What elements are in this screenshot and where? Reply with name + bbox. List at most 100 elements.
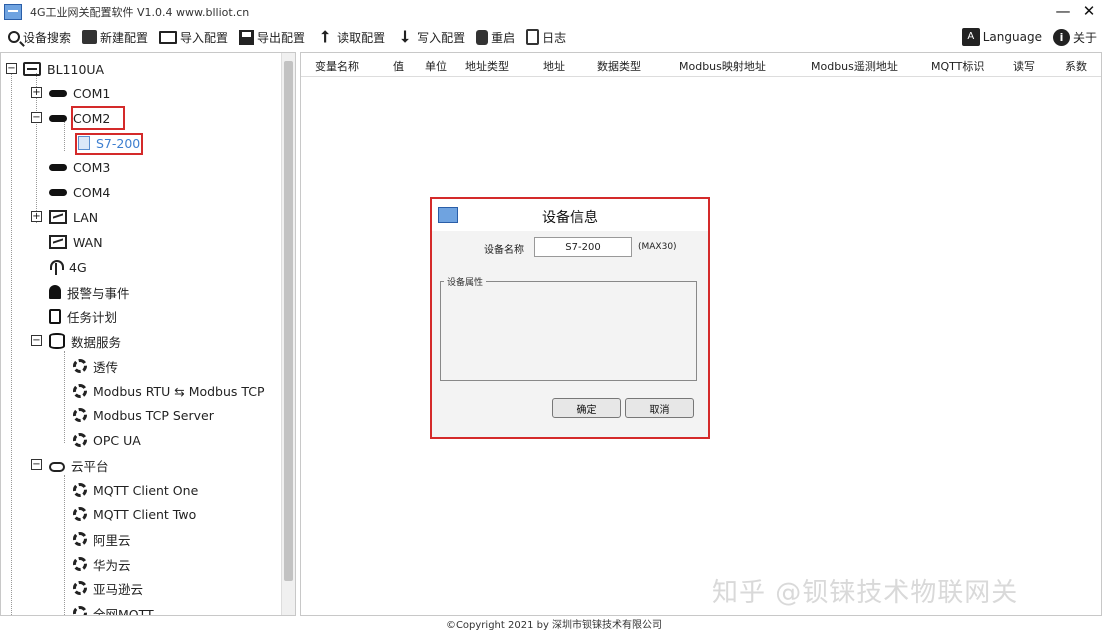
collapse-root-toggle[interactable]: − [6,63,17,74]
gear-icon [73,581,87,595]
tree-scrollbar[interactable] [281,53,295,615]
cancel-button[interactable]: 取消 [625,398,694,418]
about-button[interactable]: i 关于 [1052,26,1097,48]
export-config-button[interactable]: 导出配置 [239,26,305,48]
tree-node-4g[interactable]: 4G [49,256,87,278]
window-title: 4G工业网关配置软件 V1.0.4 www.blliot.cn [30,6,250,19]
tree-node-mqtt-one[interactable]: MQTT Client One [73,479,198,501]
tree-node-allmqtt[interactable]: 全网MQTT [73,602,154,615]
column-header-modbus-telemetry[interactable]: Modbus遥测地址 [811,58,898,74]
gear-icon [73,557,87,571]
tree-node-root[interactable]: BL110UA [23,58,104,80]
table-header: 变量名称 值 单位 地址类型 地址 数据类型 Modbus映射地址 Modbus… [301,53,1101,77]
clipboard-icon [49,308,61,324]
tree-scroll-thumb[interactable] [284,61,293,581]
log-icon [526,29,540,45]
column-header-modbus-map[interactable]: Modbus映射地址 [679,58,766,74]
column-header-address[interactable]: 地址 [543,58,565,74]
tree-guide [11,73,12,615]
serial-port-icon [49,163,67,171]
tree-node-com3[interactable]: COM3 [49,156,110,178]
ok-button[interactable]: 确定 [552,398,621,418]
column-header-address-type[interactable]: 地址类型 [465,58,509,74]
column-header-read-write[interactable]: 读写 [1013,58,1035,74]
collapse-com2-toggle[interactable]: − [31,112,42,123]
gear-icon [73,384,87,398]
column-header-variable-name[interactable]: 变量名称 [315,58,359,74]
minimize-button[interactable]: — [1050,0,1076,24]
column-header-coefficient[interactable]: 系数 [1065,58,1087,74]
collapse-cloud-toggle[interactable]: − [31,459,42,470]
column-header-value[interactable]: 值 [393,58,404,74]
dialog-title-bar: 设备信息 [432,199,708,231]
tree-guide [64,351,65,443]
close-button[interactable]: ✕ [1076,0,1102,24]
tree-node-cloud[interactable]: 云平台 [49,454,109,476]
gear-icon [73,507,87,521]
network-icon [49,235,67,249]
gear-icon [73,359,87,373]
info-icon: i [1052,28,1070,46]
column-header-mqtt-id[interactable]: MQTT标识 [931,58,984,74]
device-properties-group [440,281,697,381]
save-icon [239,29,255,45]
search-icon [8,31,20,43]
serial-port-icon [49,188,67,196]
new-config-button[interactable]: 新建配置 [82,26,148,48]
device-tree[interactable]: − BL110UA + COM1 − COM2 S7-200 COM3 COM4… [0,52,296,616]
column-header-data-type[interactable]: 数据类型 [597,58,641,74]
column-header-unit[interactable]: 单位 [425,58,447,74]
write-config-button[interactable]: 写入配置 [396,26,465,48]
expand-com1-toggle[interactable]: + [31,87,42,98]
expand-lan-toggle[interactable]: + [31,211,42,222]
toolbar: 设备搜索 新建配置 导入配置 导出配置 读取配置 写入配置 重启 日志 A La… [0,24,1108,50]
serial-port-icon [49,89,67,97]
tree-node-data-service[interactable]: 数据服务 [49,330,121,352]
tree-node-modbus-rtu[interactable]: Modbus RTU ⇆ Modbus TCP [73,380,265,402]
read-config-button[interactable]: 读取配置 [316,26,385,48]
tree-node-amazon[interactable]: 亚马逊云 [73,577,143,599]
database-icon [49,333,65,349]
tree-node-task[interactable]: 任务计划 [49,305,117,327]
import-config-button[interactable]: 导入配置 [159,26,228,48]
device-properties-label: 设备属性 [444,275,487,288]
tree-node-mqtt-two[interactable]: MQTT Client Two [73,503,196,525]
tree-node-huawei[interactable]: 华为云 [73,553,131,575]
language-button[interactable]: A Language [961,26,1042,48]
window-controls: — ✕ [1050,0,1102,24]
title-bar: 4G工业网关配置软件 V1.0.4 www.blliot.cn — ✕ [0,0,1108,24]
toolbar-right: A Language i 关于 [954,24,1100,50]
restart-icon [476,29,489,45]
gear-icon [73,483,87,497]
log-button[interactable]: 日志 [526,26,566,48]
tree-node-modbus-tcp[interactable]: Modbus TCP Server [73,404,214,426]
collapse-data-service-toggle[interactable]: − [31,335,42,346]
tree-node-wan[interactable]: WAN [49,231,103,253]
new-config-icon [82,30,98,44]
tree-node-opcua[interactable]: OPC UA [73,429,141,451]
device-name-input[interactable] [534,237,632,257]
serial-port-icon [49,114,67,122]
tree-node-com1[interactable]: COM1 [49,82,110,104]
tree-node-alarm[interactable]: 报警与事件 [49,281,130,303]
device-name-label: 设备名称 [484,245,524,256]
s7-highlight-box [75,133,143,155]
copyright-footer: ©Copyright 2021 by 深圳市钡铼技术有限公司 [445,620,663,631]
tree-node-passthrough[interactable]: 透传 [73,355,118,377]
restart-button[interactable]: 重启 [476,26,515,48]
device-info-dialog: 设备信息 设备名称 (MAX30) 设备属性 确定 取消 [430,197,710,439]
tree-node-com4[interactable]: COM4 [49,181,110,203]
com2-highlight-box [71,106,125,130]
device-search-button[interactable]: 设备搜索 [8,26,71,48]
upload-icon [316,28,334,46]
tree-node-lan[interactable]: LAN [49,206,98,228]
language-icon: A [961,28,980,46]
watermark: 知乎 @钡铼技术物联网关 [712,578,1019,608]
app-icon [4,4,22,20]
gear-icon [73,532,87,546]
gear-icon [73,433,87,447]
tree-node-aliyun[interactable]: 阿里云 [73,528,131,550]
folder-icon [159,30,178,44]
device-name-hint: (MAX30) [638,242,677,252]
gateway-device-icon [23,62,41,76]
